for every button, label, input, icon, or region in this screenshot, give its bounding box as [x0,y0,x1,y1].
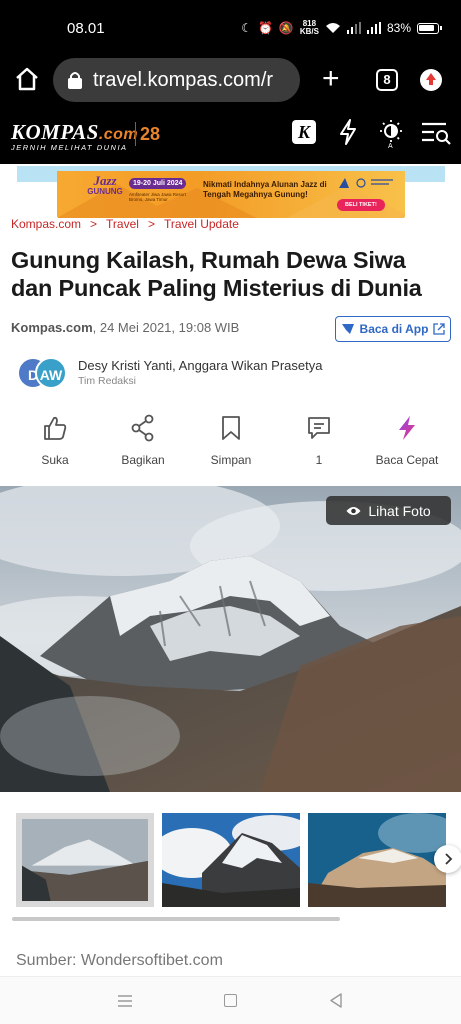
bell-off-icon: 🔕 [278,21,294,35]
photo-source: Sumber: Wondersoftibet.com [16,952,223,969]
browser-toolbar: travel.kompas.com/r + 8 [0,56,461,106]
like-button[interactable]: Suka [15,414,95,467]
banner-strip-right [405,166,445,182]
thumbnail-image [22,819,148,901]
jazz-gunung-logo: Jazz GUNUNG [87,173,123,196]
svg-text:A: A [388,143,393,148]
url-bar[interactable]: travel.kompas.com/r [53,58,300,102]
breadcrumb-home[interactable]: Kompas.com [11,217,81,231]
thumbs-up-icon [44,416,67,440]
ad-banner[interactable]: Jazz GUNUNG 19-20 Juli 2024 Amfiteater J… [57,166,405,218]
banner-date: 19-20 Juli 2024 [129,178,187,189]
author-avatars[interactable]: D AW [17,357,77,389]
view-photo-button[interactable]: Lihat Foto [326,496,451,525]
battery-percent: 83% [386,21,411,35]
home-nav-icon[interactable] [224,994,237,1007]
buy-ticket-button[interactable]: BELI TIKET! [337,199,385,211]
anniversary-logo: 28 [135,122,160,146]
menu-search-icon[interactable] [420,121,452,145]
signal-icon-2 [366,22,381,34]
share-icon [131,414,154,442]
banner-headline: Nikmati Indahnya Alunan Jazz di Tengah M… [203,180,327,199]
new-tab-icon[interactable]: + [322,64,340,94]
breadcrumb-travel-update[interactable]: Travel Update [164,217,239,231]
bookmark-icon [222,416,240,440]
sponsor-logos [337,176,397,190]
photo-thumbnail[interactable] [162,813,300,907]
update-icon[interactable] [420,69,442,91]
site-header: KOMPAS.com JERNIH MELIHAT DUNIA 28 K A [0,106,461,164]
kompas-app-icon [341,324,354,334]
theme-toggle-icon[interactable]: A [378,118,404,148]
comments-button[interactable]: 1 [279,414,359,467]
article-meta: Kompas.com, 24 Mei 2021, 19:08 WIB [11,320,239,335]
breadcrumb: Kompas.com > Travel > Travel Update [11,217,239,231]
external-link-icon [433,323,446,335]
read-in-app-button[interactable]: Baca di App [335,316,451,342]
photo-thumbnail[interactable] [16,813,154,907]
status-icons: ☾ ⏰ 🔕 818 KB/S 83% [241,19,442,36]
thumbnail-image [308,813,446,907]
lightning-icon[interactable] [337,118,359,146]
network-speed: 818 KB/S [299,19,319,36]
quick-read-bolt-icon [399,416,415,440]
lock-icon [68,72,82,89]
article-source: Kompas.com [11,320,93,335]
banner-location: Amfiteater Jiwa Jawa Resort Bromo, Jawa … [129,192,187,202]
thumbnail-next-button[interactable] [434,845,461,873]
mount-kailash-image [0,486,461,792]
article-photo[interactable] [0,486,461,792]
url-text: travel.kompas.com/r [93,68,274,91]
thumbnail-image [162,813,300,907]
article-title: Gunung Kailash, Rumah Dewa Siwa dan Punc… [11,247,422,301]
wifi-icon [325,23,340,33]
breadcrumb-separator: > [147,217,155,231]
comment-icon [308,417,330,439]
kompas-logo[interactable]: KOMPAS.com JERNIH MELIHAT DUNIA [11,120,138,152]
share-button[interactable]: Bagikan [103,414,183,467]
home-icon[interactable] [14,66,40,92]
moon-icon: ☾ [241,21,252,35]
kompas-k-button[interactable]: K [292,120,316,144]
article-date: , 24 Mei 2021, 19:08 WIB [92,320,240,335]
alarm-icon: ⏰ [257,21,273,35]
battery-icon [417,22,442,34]
author-names[interactable]: Desy Kristi Yanti, Anggara Wikan Prasety… [78,358,322,373]
banner-strip-left [17,166,57,182]
breadcrumb-travel[interactable]: Travel [106,217,139,231]
eye-icon [346,506,361,515]
status-bar: 08.01 ☾ ⏰ 🔕 818 KB/S 83% [0,0,461,56]
breadcrumb-separator: > [90,217,98,231]
thumbnail-scrollbar[interactable] [12,917,340,921]
author-role: Tim Redaksi [78,375,136,387]
chevron-right-icon [445,853,453,865]
avatar: AW [35,357,67,389]
photo-thumbnail[interactable] [308,813,446,907]
tab-switcher-button[interactable]: 8 [376,69,398,91]
recent-apps-icon[interactable] [118,995,132,1007]
quick-read-button[interactable]: Baca Cepat [367,414,447,467]
save-button[interactable]: Simpan [191,414,271,467]
system-navigation-bar [0,976,461,1024]
status-time: 08.01 [67,20,105,37]
signal-icon [346,22,361,34]
back-icon[interactable] [329,993,343,1008]
